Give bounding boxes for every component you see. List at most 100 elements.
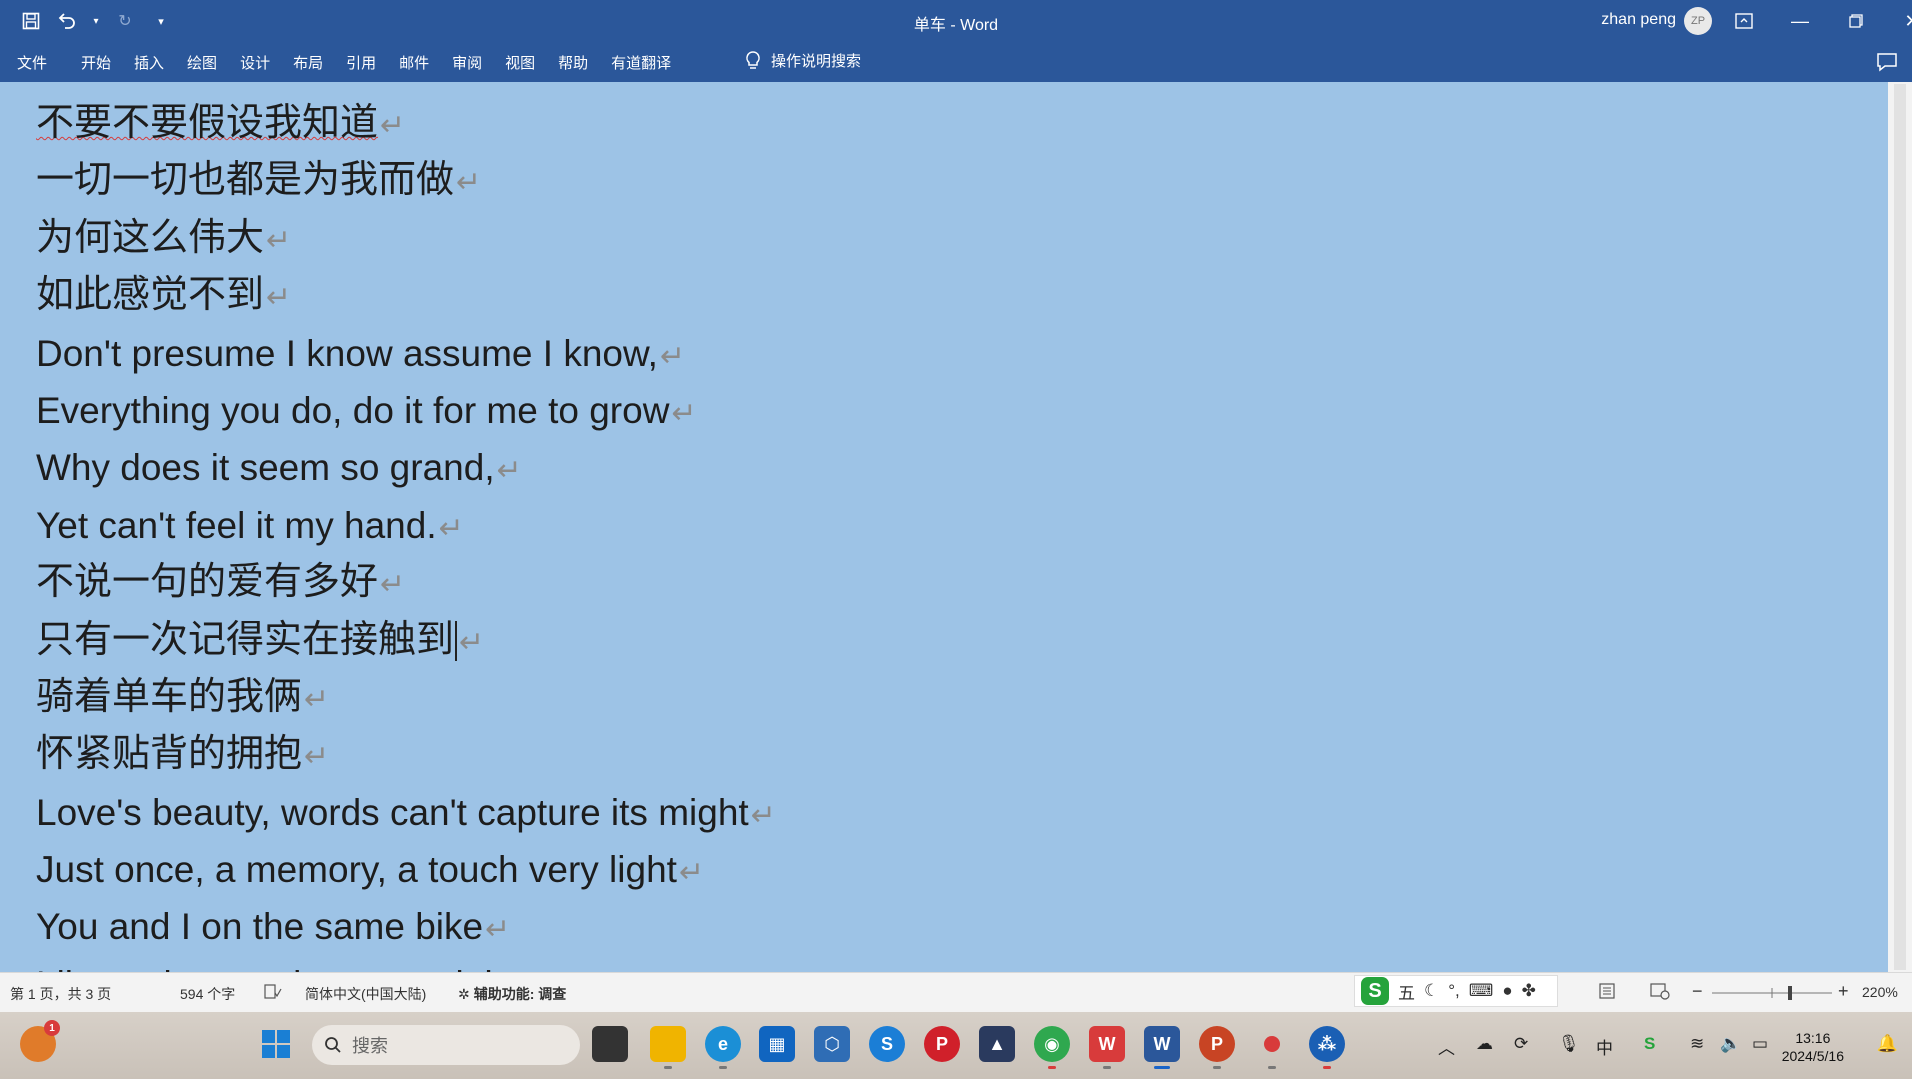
store-icon[interactable]: ▦ <box>759 1026 795 1062</box>
sogou-ime-icon[interactable]: S <box>1361 977 1389 1005</box>
sync-icon[interactable]: ⟳ <box>1514 1034 1528 1054</box>
wechat-icon[interactable]: ◉ <box>1034 1026 1070 1069</box>
document-line[interactable]: Don't presume I know assume I know,↵ <box>36 325 776 382</box>
document-line[interactable]: 骑着单车的我俩↵ <box>36 669 776 726</box>
proofing-icon[interactable] <box>264 984 282 1003</box>
print-layout-icon[interactable] <box>1598 982 1616 1003</box>
document-line[interactable]: You and I on the same bike↵ <box>36 898 776 955</box>
user-name[interactable]: zhan peng <box>1601 11 1676 29</box>
avatar[interactable]: ZP <box>1684 7 1712 35</box>
cat-app-icon[interactable]: ▲ <box>979 1026 1015 1062</box>
scrollbar-thumb[interactable] <box>1894 84 1906 970</box>
system-clock[interactable]: 13:16 2024/5/16 <box>1782 1029 1844 1065</box>
document-line[interactable]: Like a close embrace so tight↵ <box>36 956 776 972</box>
onedrive-icon[interactable]: ☁ <box>1476 1034 1493 1054</box>
tab-review[interactable]: 审阅 <box>452 52 482 73</box>
document-line[interactable]: 一切一切也都是为我而做↵ <box>36 152 776 209</box>
close-icon[interactable]: ✕ <box>1884 0 1912 42</box>
swift-app-icon[interactable]: S <box>869 1026 905 1062</box>
vertical-scrollbar[interactable] <box>1888 82 1912 972</box>
line-text: 为何这么伟大 <box>36 216 265 259</box>
edge-icon[interactable]: e <box>705 1026 741 1069</box>
zoom-level[interactable]: 220% <box>1862 984 1898 1000</box>
save-icon[interactable] <box>18 8 44 34</box>
document-canvas[interactable]: 不要不要假设我知道↵ 一切一切也都是为我而做↵ 为何这么伟大↵ 如此感觉不到↵ … <box>0 82 1888 972</box>
search-placeholder: 搜索 <box>352 1036 388 1056</box>
powerpoint-icon[interactable]: P <box>1199 1026 1235 1069</box>
tab-design[interactable]: 设计 <box>240 52 270 73</box>
toolbox-icon[interactable]: ✤ <box>1522 981 1536 1001</box>
moon-icon[interactable]: ☾ <box>1424 981 1439 1001</box>
document-line[interactable]: 不要不要假设我知道↵ <box>36 95 776 152</box>
customize-toolbar-icon[interactable]: ▾ <box>148 8 174 34</box>
weather-widget-icon[interactable]: 1 <box>20 1020 60 1062</box>
tab-view[interactable]: 视图 <box>505 52 535 73</box>
redo-icon[interactable]: ↻ <box>112 8 138 34</box>
tab-file[interactable]: 文件 <box>17 52 47 73</box>
tab-draw[interactable]: 绘图 <box>187 52 217 73</box>
document-line[interactable]: 如此感觉不到↵ <box>36 267 776 324</box>
tab-layout[interactable]: 布局 <box>293 52 323 73</box>
undo-dropdown-icon[interactable]: ▾ <box>90 8 102 34</box>
minimize-icon[interactable]: — <box>1772 0 1828 42</box>
tab-home[interactable]: 开始 <box>81 52 111 73</box>
keyboard-icon[interactable]: ⌨ <box>1469 981 1494 1001</box>
paragraph-mark: ↵ <box>750 798 776 832</box>
tab-insert[interactable]: 插入 <box>134 52 164 73</box>
input-method-icon[interactable]: 中 <box>1596 1034 1613 1059</box>
word-count[interactable]: 594 个字 <box>180 984 235 1004</box>
zoom-slider[interactable] <box>1712 974 1832 1012</box>
battery-icon[interactable]: ▭ <box>1752 1034 1768 1054</box>
web-layout-icon[interactable] <box>1650 982 1670 1003</box>
document-line[interactable]: Just once, a memory, a touch very light↵ <box>36 841 776 898</box>
dots-app-icon[interactable]: ⁂ <box>1309 1026 1345 1069</box>
recorder-icon[interactable] <box>1254 1026 1290 1069</box>
comments-icon[interactable] <box>1876 51 1898 73</box>
show-hidden-icons-icon[interactable]: ︿ <box>1438 1034 1455 1059</box>
wifi-icon[interactable]: ≋ <box>1690 1034 1704 1054</box>
word-icon[interactable]: W <box>1144 1026 1180 1069</box>
document-line[interactable]: 怀紧贴背的拥抱↵ <box>36 726 776 783</box>
ribbon-display-options-icon[interactable] <box>1716 0 1772 42</box>
undo-icon[interactable] <box>54 8 80 34</box>
paragraph-mark: ↵ <box>659 339 686 373</box>
zoom-in-icon[interactable]: + <box>1838 981 1849 1002</box>
document-line[interactable]: Yet can't feel it my hand.↵ <box>36 497 776 554</box>
paragraph-mark: ↵ <box>671 396 697 430</box>
volume-icon[interactable]: 🔈 <box>1720 1034 1741 1054</box>
user-icon[interactable]: ● <box>1502 981 1512 1001</box>
notifications-icon[interactable]: 🔔 <box>1877 1034 1898 1054</box>
taskbar-search[interactable]: 搜索 <box>312 1025 580 1065</box>
tab-references[interactable]: 引用 <box>346 52 376 73</box>
pinterest-icon[interactable]: P <box>924 1026 960 1062</box>
wps-icon[interactable]: W <box>1089 1026 1125 1069</box>
restore-icon[interactable] <box>1828 0 1884 42</box>
line-text: Yet can't feel it my hand. <box>36 504 437 546</box>
accessibility-checker[interactable]: ✲ 辅助功能: 调查 <box>458 984 566 1004</box>
document-line[interactable]: Why does it seem so grand,↵ <box>36 439 776 496</box>
document-line[interactable]: 只有一次记得实在接触到 ↵ <box>36 612 776 669</box>
zoom-out-icon[interactable]: − <box>1692 981 1703 1002</box>
tell-me-search[interactable]: 操作说明搜索 <box>745 50 861 71</box>
ime-mode[interactable]: 五 <box>1398 979 1415 1004</box>
document-line[interactable]: 不说一句的爱有多好↵ <box>36 554 776 611</box>
app-cube-icon[interactable]: ⬡ <box>814 1026 850 1062</box>
running-indicator <box>1048 1066 1056 1069</box>
tab-youdao-translate[interactable]: 有道翻译 <box>611 52 671 73</box>
document-line[interactable]: Everything you do, do it for me to grow↵ <box>36 382 776 439</box>
microphone-icon[interactable]: 🎙 <box>1558 1034 1580 1054</box>
paragraph-mark: ↵ <box>459 625 485 659</box>
document-line[interactable]: 为何这么伟大↵ <box>36 210 776 267</box>
sogou-tray-icon[interactable]: S <box>1644 1034 1655 1054</box>
ime-toolbar[interactable]: S 五 ☾ °, ⌨ ● ✤ <box>1354 975 1558 1007</box>
line-text: Don't presume I know assume I know, <box>36 332 658 374</box>
tab-mailings[interactable]: 邮件 <box>399 52 429 73</box>
document-line[interactable]: Love's beauty, words can't capture its m… <box>36 784 776 841</box>
start-icon[interactable] <box>258 1026 294 1062</box>
task-view-icon[interactable] <box>592 1026 628 1062</box>
punctuation-icon[interactable]: °, <box>1448 981 1460 1001</box>
page-indicator[interactable]: 第 1 页，共 3 页 <box>10 984 111 1004</box>
language-indicator[interactable]: 简体中文(中国大陆) <box>305 984 426 1004</box>
tab-help[interactable]: 帮助 <box>558 52 588 73</box>
file-explorer-icon[interactable] <box>650 1026 686 1069</box>
